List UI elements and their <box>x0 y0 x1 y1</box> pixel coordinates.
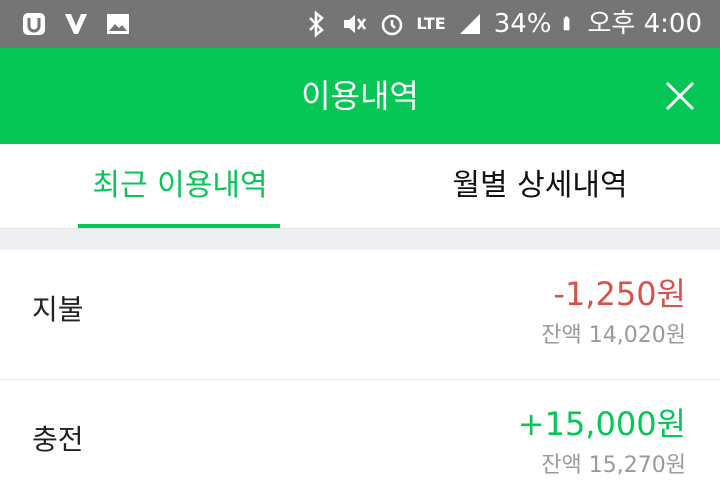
tab-bar: 최근 이용내역 월별 상세내역 <box>0 144 720 229</box>
transaction-list: 지불 -1,250원 잔액 14,020원 충전 +15,000원 잔액 15,… <box>0 250 720 504</box>
bluetooth-icon <box>309 10 325 38</box>
section-divider <box>0 228 720 250</box>
app-bar: 이용내역 <box>0 48 720 144</box>
tab-recent-history[interactable]: 최근 이용내역 <box>0 144 360 228</box>
status-bar-left-icons <box>20 10 132 38</box>
battery-icon <box>563 16 569 31</box>
alarm-icon <box>382 14 403 36</box>
transaction-balance: 잔액 15,270원 <box>541 453 686 478</box>
status-bar-right-icons: LTE 34% 오후 4:00 <box>302 6 702 42</box>
transaction-row[interactable]: 지불 -1,250원 잔액 14,020원 <box>0 250 720 380</box>
clock: 오후 4:00 <box>587 9 703 39</box>
transaction-amount: +15,000원 <box>517 405 686 443</box>
transaction-type: 충전 <box>32 423 84 456</box>
close-icon[interactable] <box>664 80 696 112</box>
transaction-amount: -1,250원 <box>553 275 686 313</box>
notification-app-icon <box>23 13 45 35</box>
tab-monthly-details[interactable]: 월별 상세내역 <box>360 144 720 228</box>
status-bar: LTE 34% 오후 4:00 <box>0 0 720 48</box>
transaction-row[interactable]: 충전 +15,000원 잔액 15,270원 <box>0 380 720 504</box>
lte-indicator: LTE <box>416 14 446 33</box>
battery-percentage: 34% <box>493 9 552 39</box>
page-title: 이용내역 <box>301 77 419 115</box>
transaction-balance: 잔액 14,020원 <box>541 323 686 348</box>
mute-icon <box>344 15 367 33</box>
app-icon <box>65 14 87 34</box>
signal-icon <box>459 14 480 34</box>
image-icon <box>107 14 129 34</box>
transaction-type: 지불 <box>32 293 84 326</box>
